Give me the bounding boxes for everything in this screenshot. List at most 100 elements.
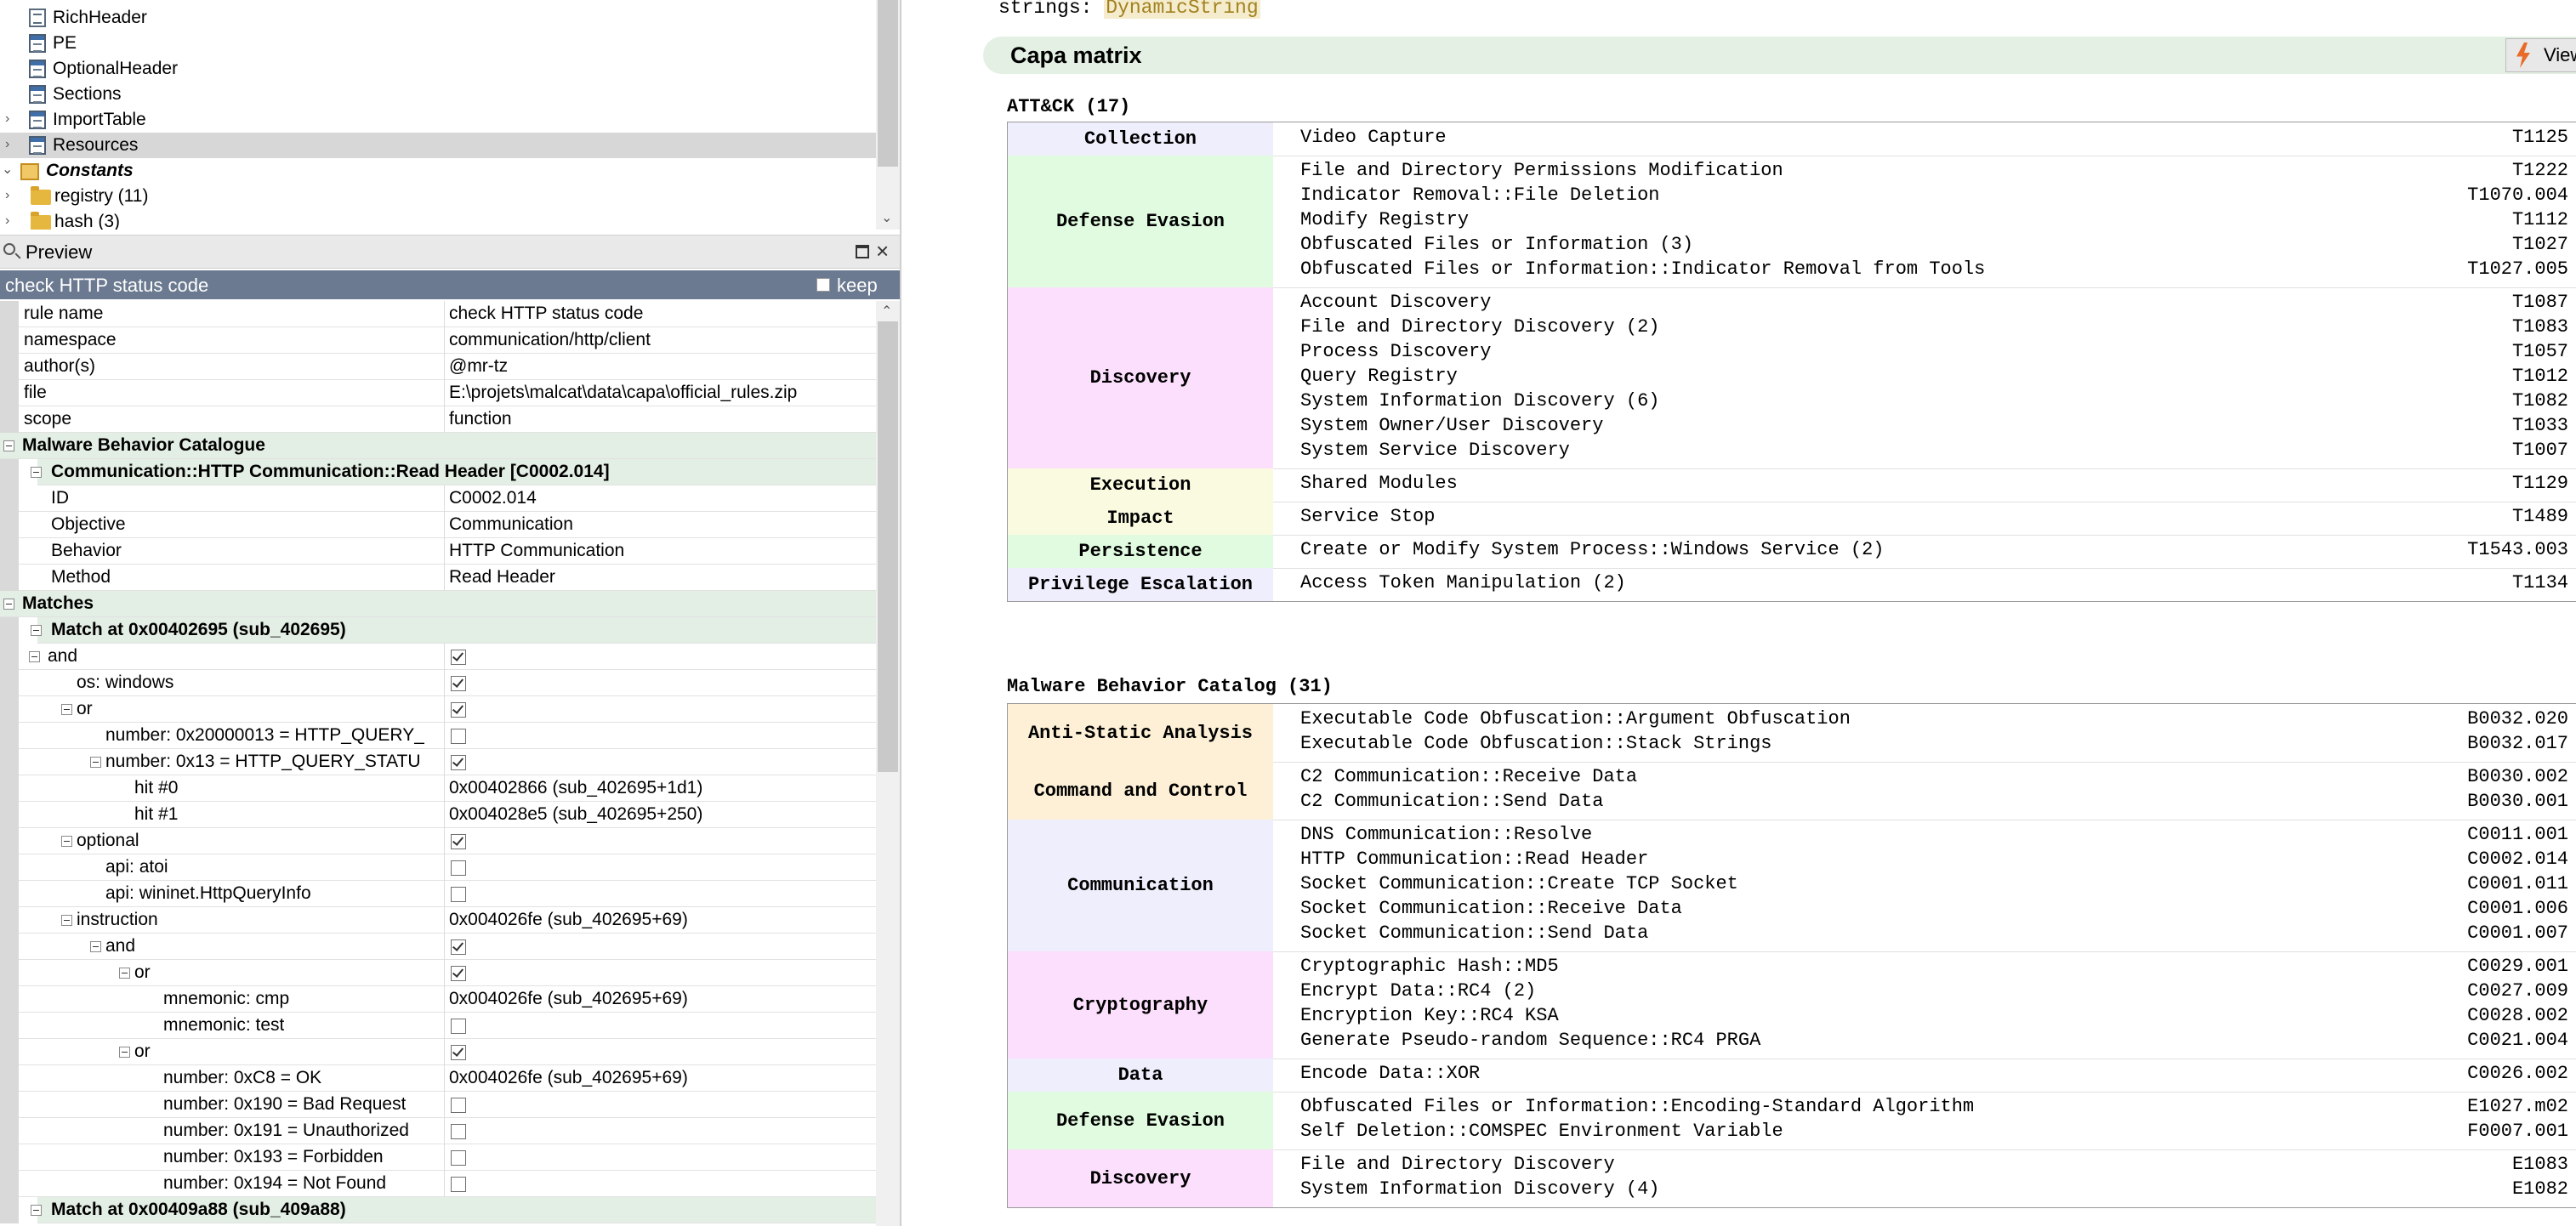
technique-id[interactable]: T1134: [2512, 572, 2568, 593]
technique-label[interactable]: Executable Code Obfuscation::Argument Ob…: [1300, 708, 1851, 729]
tree-item[interactable]: › registry (11): [0, 184, 876, 209]
grid-row[interactable]: number: 0x193 = Forbidden: [0, 1144, 876, 1171]
grid-row[interactable]: Objective Communication: [0, 512, 876, 538]
match-checkbox[interactable]: [451, 1019, 466, 1034]
grid-row[interactable]: and: [0, 644, 876, 670]
technique-id[interactable]: B0032.017: [2467, 733, 2568, 754]
match-checkbox[interactable]: [451, 729, 466, 744]
technique-id[interactable]: C0026.002: [2467, 1063, 2568, 1084]
view-rules-button[interactable]: View rules: [2505, 38, 2576, 72]
technique-label[interactable]: C2 Communication::Send Data: [1300, 791, 1603, 812]
grid-row[interactable]: number: 0xC8 = OK 0x004026fe (sub_402695+…: [0, 1065, 876, 1092]
grid-row[interactable]: number: 0x190 = Bad Request: [0, 1092, 876, 1118]
match-checkbox[interactable]: [451, 966, 466, 981]
grid-row[interactable]: author(s) @mr-tz: [0, 354, 876, 380]
scroll-up-icon[interactable]: ⌃: [881, 303, 892, 320]
technique-id[interactable]: C0021.004: [2467, 1030, 2568, 1051]
grid-row[interactable]: ID C0002.014: [0, 485, 876, 512]
technique-label[interactable]: Obfuscated Files or Information::Indicat…: [1300, 258, 1985, 280]
technique-label[interactable]: Encode Data::XOR: [1300, 1063, 1480, 1084]
grid-row[interactable]: number: 0x191 = Unauthorized: [0, 1118, 876, 1144]
grid-row[interactable]: number: 0x13 = HTTP_QUERY_STATU: [0, 749, 876, 775]
technique-label[interactable]: Shared Modules: [1300, 473, 1458, 494]
chevron-right-icon[interactable]: ›: [5, 214, 17, 228]
grid-row[interactable]: number: 0x20000013 = HTTP_QUERY_: [0, 723, 876, 749]
tree-item[interactable]: RichHeader: [0, 5, 876, 31]
technique-label[interactable]: Indicator Removal::File Deletion: [1300, 184, 1659, 206]
technique-label[interactable]: Create or Modify System Process::Windows…: [1300, 539, 1885, 560]
collapse-icon[interactable]: [29, 651, 40, 662]
technique-label[interactable]: Obfuscated Files or Information::Encodin…: [1300, 1096, 1974, 1117]
grid-row[interactable]: hit #0 0x00402866 (sub_402695+1d1): [0, 775, 876, 802]
collapse-icon[interactable]: [31, 625, 42, 636]
technique-id[interactable]: T1543.003: [2467, 539, 2568, 560]
technique-id[interactable]: C0001.011: [2467, 873, 2568, 894]
match-checkbox[interactable]: [451, 860, 466, 876]
collapse-icon[interactable]: [119, 1047, 130, 1058]
grid-row[interactable]: hit #1 0x004028e5 (sub_402695+250): [0, 802, 876, 828]
technique-label[interactable]: Access Token Manipulation (2): [1300, 572, 1626, 593]
grid-section-row[interactable]: Matches: [0, 591, 876, 617]
match-checkbox[interactable]: [451, 834, 466, 849]
match-checkbox[interactable]: [451, 939, 466, 955]
grid-row[interactable]: number: 0x194 = Not Found: [0, 1171, 876, 1197]
technique-id[interactable]: T1070.004: [2467, 184, 2568, 206]
technique-id[interactable]: B0030.001: [2467, 791, 2568, 812]
grid-row[interactable]: or: [0, 960, 876, 986]
technique-id[interactable]: T1489: [2512, 506, 2568, 527]
tree-scrollbar-thumb[interactable]: [878, 0, 898, 167]
technique-label[interactable]: System Information Discovery (6): [1300, 390, 1659, 412]
technique-label[interactable]: System Service Discovery: [1300, 440, 1570, 461]
match-checkbox[interactable]: [451, 887, 466, 902]
collapse-icon[interactable]: [90, 941, 101, 952]
grid-row[interactable]: mnemonic: cmp 0x004026fe (sub_402695+69): [0, 986, 876, 1013]
technique-label[interactable]: Process Discovery: [1300, 341, 1491, 362]
technique-label[interactable]: C2 Communication::Receive Data: [1300, 766, 1637, 787]
scroll-down-icon[interactable]: ⌄: [881, 209, 892, 226]
technique-id[interactable]: E1082: [2512, 1178, 2568, 1200]
grid-row[interactable]: or: [0, 696, 876, 723]
collapse-icon[interactable]: [90, 757, 101, 768]
tree-item[interactable]: Sections: [0, 82, 876, 107]
grid-row[interactable]: or: [0, 1039, 876, 1065]
grid-row[interactable]: mnemonic: test: [0, 1013, 876, 1039]
chevron-right-icon[interactable]: ›: [5, 189, 17, 202]
technique-label[interactable]: Socket Communication::Create TCP Socket: [1300, 873, 1738, 894]
technique-id[interactable]: T1007: [2512, 440, 2568, 461]
technique-label[interactable]: Modify Registry: [1300, 209, 1469, 230]
technique-label[interactable]: Self Deletion::COMSPEC Environment Varia…: [1300, 1121, 1783, 1142]
technique-id[interactable]: T1057: [2512, 341, 2568, 362]
technique-id[interactable]: C0001.007: [2467, 922, 2568, 944]
match-checkbox[interactable]: [451, 1098, 466, 1113]
tree-item[interactable]: PE: [0, 31, 876, 56]
technique-id[interactable]: T1082: [2512, 390, 2568, 412]
structure-tree[interactable]: RichHeader PE OptionalHeader Sections › Impor…: [0, 0, 876, 230]
technique-label[interactable]: DNS Communication::Resolve: [1300, 824, 1592, 845]
technique-label[interactable]: Socket Communication::Send Data: [1300, 922, 1648, 944]
grid-row[interactable]: and: [0, 934, 876, 960]
technique-label[interactable]: Socket Communication::Receive Data: [1300, 898, 1682, 919]
match-checkbox[interactable]: [451, 1177, 466, 1192]
technique-id[interactable]: T1083: [2512, 316, 2568, 338]
collapse-icon[interactable]: [31, 1205, 42, 1216]
technique-id[interactable]: C0011.001: [2467, 824, 2568, 845]
technique-id[interactable]: C0028.002: [2467, 1005, 2568, 1026]
match-checkbox[interactable]: [451, 676, 466, 691]
collapse-icon[interactable]: [61, 704, 72, 715]
grid-row[interactable]: Method Read Header: [0, 565, 876, 591]
technique-label[interactable]: Encryption Key::RC4 KSA: [1300, 1005, 1559, 1026]
grid-section-row[interactable]: Malware Behavior Catalogue: [0, 433, 876, 459]
match-checkbox[interactable]: [451, 755, 466, 770]
grid-row[interactable]: optional: [0, 828, 876, 854]
grid-row[interactable]: rule name check HTTP status code: [0, 301, 876, 327]
technique-id[interactable]: C0027.009: [2467, 980, 2568, 1002]
grid-row[interactable]: api: atoi: [0, 854, 876, 881]
chevron-right-icon[interactable]: ›: [5, 138, 17, 151]
grid-section-row[interactable]: Communication::HTTP Communication::Read …: [0, 459, 876, 485]
grid-row[interactable]: scope function: [0, 406, 876, 433]
grid-row[interactable]: os: windows: [0, 670, 876, 696]
technique-id[interactable]: F0007.001: [2467, 1121, 2568, 1142]
chevron-right-icon[interactable]: ›: [5, 112, 17, 126]
tree-item[interactable]: ⌄ Constants: [0, 158, 876, 184]
technique-id[interactable]: B0030.002: [2467, 766, 2568, 787]
